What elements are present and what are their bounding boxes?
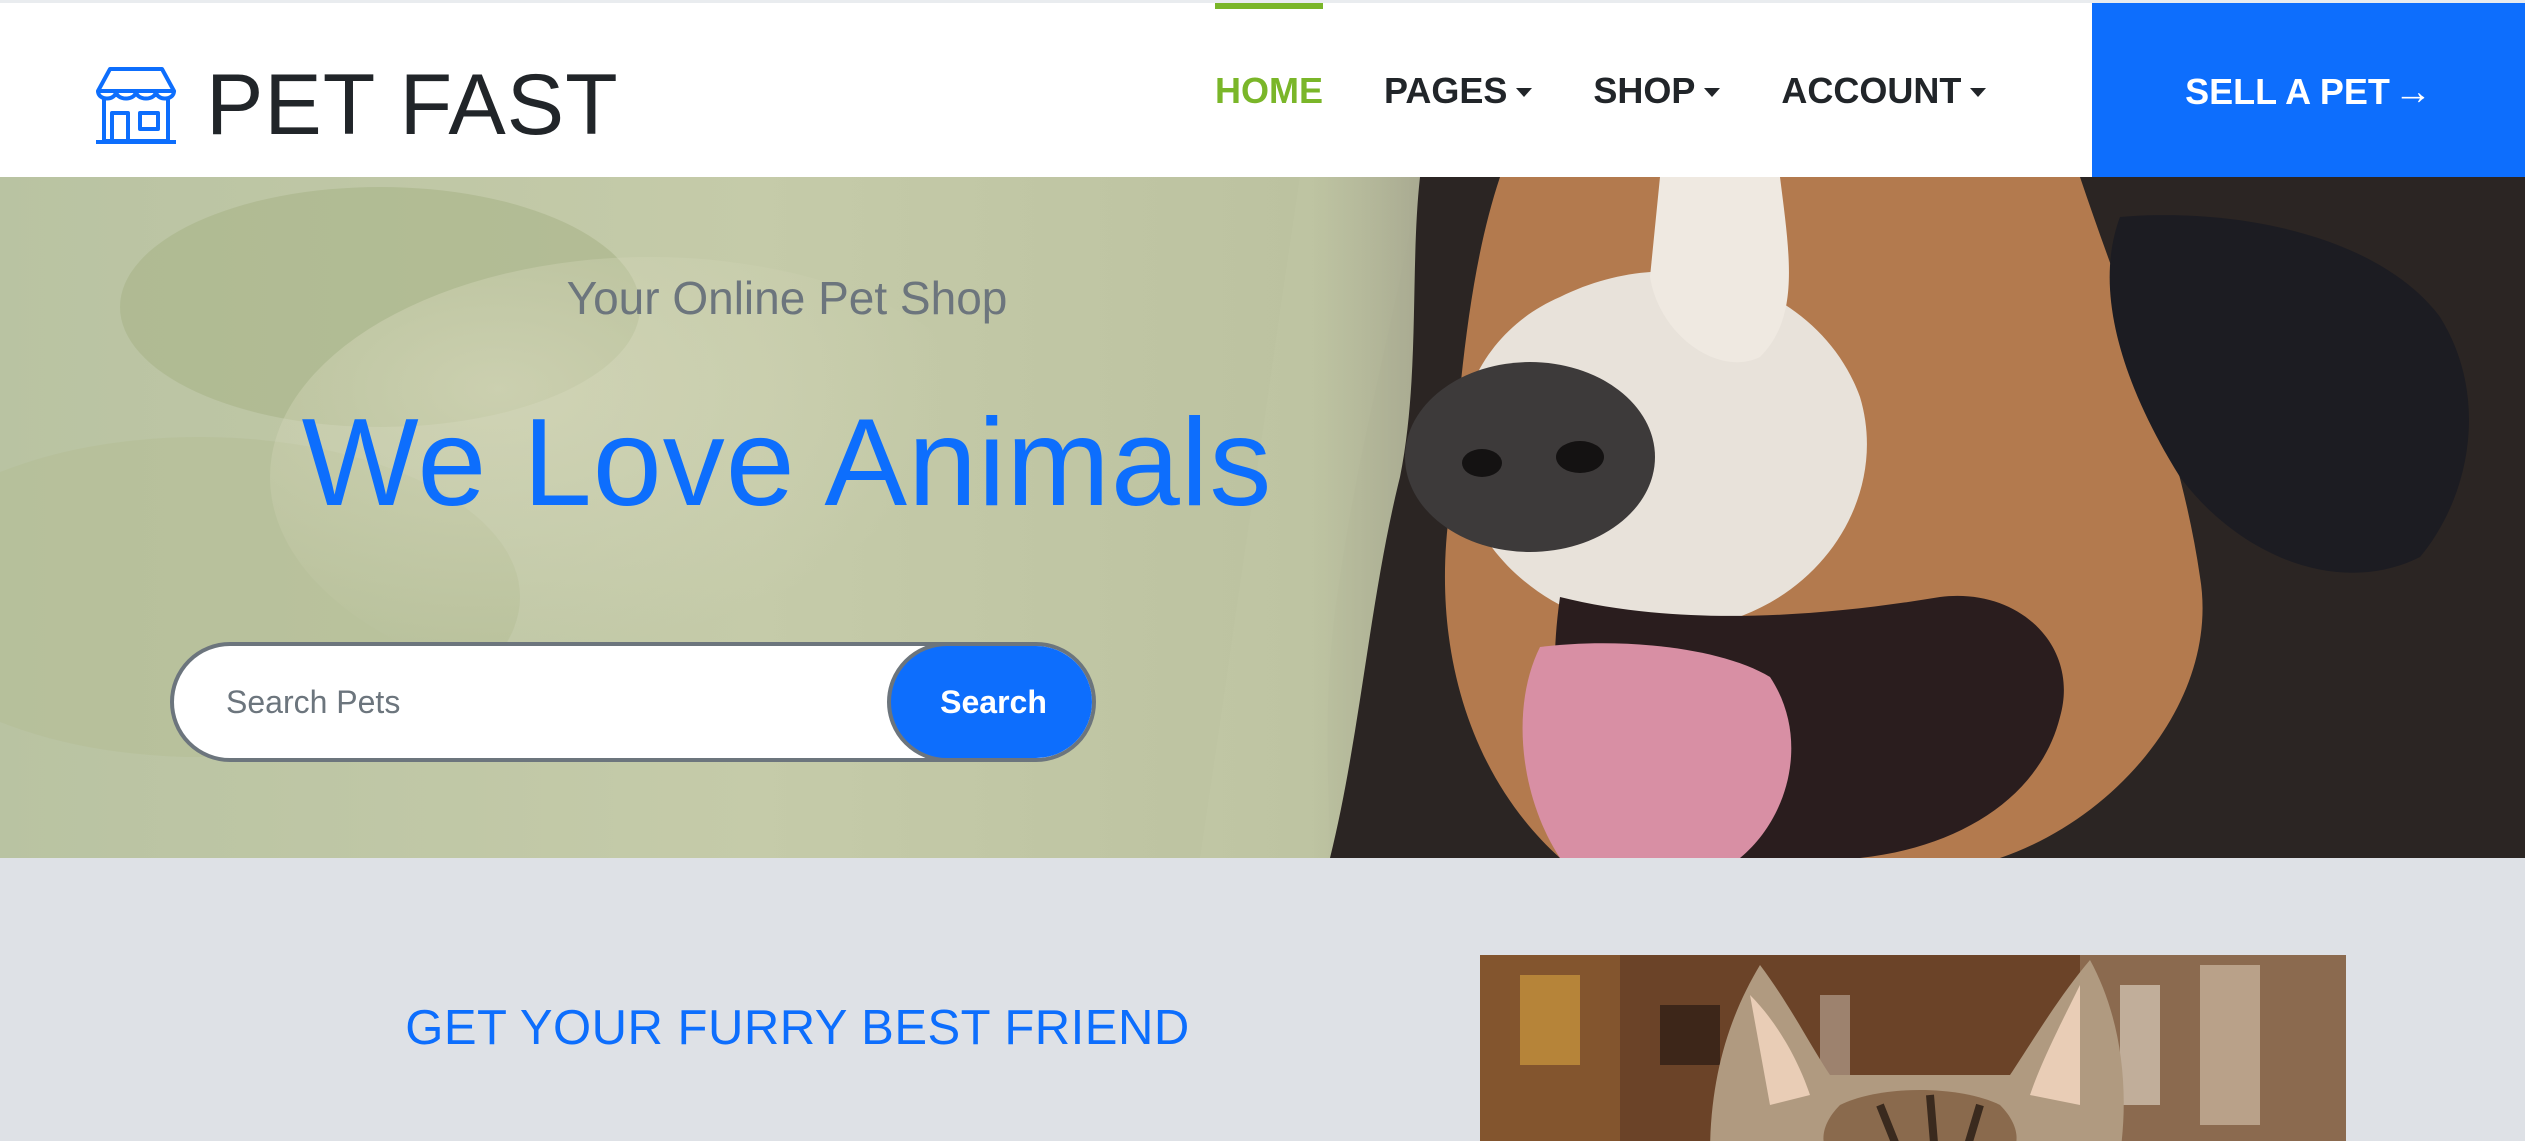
search-bar: Search [170,642,1096,762]
caret-down-icon [1704,88,1721,97]
nav-shop[interactable]: SHOP [1593,3,1721,180]
caret-down-icon [1970,88,1987,97]
brand-logo[interactable]: PET FAST [94,57,619,153]
nav-home[interactable]: HOME [1215,3,1323,180]
hero-eyebrow: Your Online Pet Shop [566,272,1008,324]
cat-photo [1480,955,2346,1141]
featured-section: GET YOUR FURRY BEST FRIEND [0,858,2525,1141]
storefront-icon [96,67,176,144]
nav-account[interactable]: ACCOUNT [1781,3,1987,180]
search-input[interactable] [174,646,889,758]
main-nav: HOME PAGES SHOP ACCOUNT [1215,3,1987,180]
nav-shop-label: SHOP [1593,69,1696,111]
search-button[interactable]: Search [887,646,1092,758]
nav-pages[interactable]: PAGES [1384,3,1533,180]
section-heading: GET YOUR FURRY BEST FRIEND [405,1001,1190,1055]
navbar: PET FAST HOME PAGES SHOP ACCOUNT SELL A … [0,0,2525,180]
caret-down-icon [1516,88,1533,97]
nav-pages-label: PAGES [1384,69,1508,111]
sell-a-pet-label: SELL A PET [2185,70,2390,112]
sell-a-pet-button[interactable]: SELL A PET → [2092,3,2525,180]
brand-name: PET FAST [206,57,619,153]
nav-account-label: ACCOUNT [1781,69,1962,111]
hero-title: We Love Animals [301,394,1273,532]
nav-home-label: HOME [1215,69,1323,111]
arrow-right-icon: → [2393,70,2432,113]
hero-banner: Your Online Pet Shop We Love Animals Sea… [0,177,2525,858]
